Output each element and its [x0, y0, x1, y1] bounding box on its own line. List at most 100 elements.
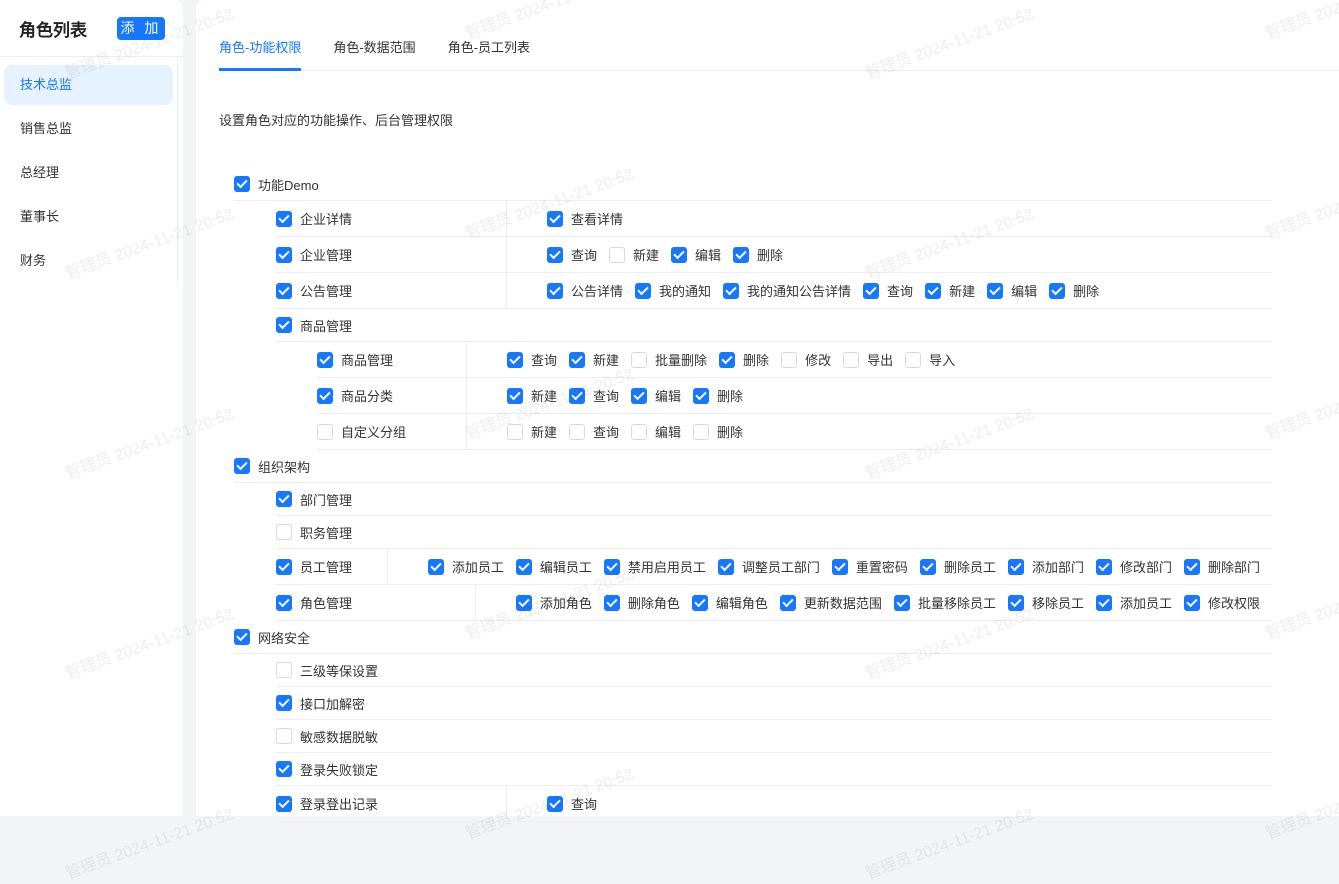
operation-checkbox[interactable]: 新建 [507, 386, 557, 405]
permission-checkbox[interactable]: 商品管理 [317, 350, 393, 369]
sidebar-item-role[interactable]: 财务 [4, 241, 173, 281]
checkbox[interactable] [603, 594, 620, 611]
checkbox[interactable] [719, 351, 736, 368]
operation-checkbox[interactable]: 查询 [547, 245, 597, 264]
operation-checkbox[interactable]: 查询 [863, 281, 913, 300]
operation-checkbox[interactable]: 添加员工 [1095, 593, 1172, 612]
checkbox[interactable] [779, 594, 796, 611]
checkbox[interactable] [631, 423, 648, 440]
checkbox[interactable] [693, 387, 710, 404]
sidebar-item-role[interactable]: 总经理 [4, 153, 173, 193]
permission-checkbox[interactable]: 商品管理 [276, 316, 352, 335]
operation-checkbox[interactable]: 删除 [733, 245, 783, 264]
checkbox[interactable] [276, 761, 292, 777]
checkbox[interactable] [547, 246, 563, 263]
checkbox[interactable] [507, 351, 523, 368]
permission-checkbox[interactable]: 企业详情 [276, 209, 352, 228]
checkbox[interactable] [276, 282, 292, 299]
sidebar-item-role[interactable]: 销售总监 [4, 109, 173, 149]
checkbox[interactable] [427, 558, 444, 575]
tab-2[interactable]: 角色-员工列表 [448, 30, 530, 71]
operation-checkbox[interactable]: 新建 [925, 281, 975, 300]
checkbox[interactable] [276, 558, 292, 575]
checkbox[interactable] [671, 246, 688, 263]
operation-checkbox[interactable]: 我的通知公告详情 [723, 281, 851, 300]
permission-checkbox[interactable]: 组织架构 [234, 457, 310, 476]
permission-checkbox[interactable]: 敏感数据脱敏 [276, 727, 378, 746]
operation-checkbox[interactable]: 删除 [1049, 281, 1099, 300]
operation-checkbox[interactable]: 批量删除 [631, 350, 707, 369]
operation-checkbox[interactable]: 新建 [609, 245, 659, 264]
operation-checkbox[interactable]: 查询 [569, 386, 619, 405]
operation-checkbox[interactable]: 公告详情 [547, 281, 623, 300]
add-role-button[interactable]: 添 加 [117, 16, 165, 40]
checkbox[interactable] [317, 351, 333, 368]
operation-checkbox[interactable]: 修改部门 [1095, 557, 1172, 576]
checkbox[interactable] [547, 795, 563, 812]
checkbox[interactable] [781, 351, 798, 368]
checkbox[interactable] [1183, 558, 1200, 575]
permission-checkbox[interactable]: 网络安全 [234, 628, 310, 647]
checkbox[interactable] [691, 594, 708, 611]
permission-checkbox[interactable]: 角色管理 [276, 593, 352, 612]
operation-checkbox[interactable]: 删除 [693, 386, 743, 405]
checkbox[interactable] [631, 387, 648, 404]
checkbox[interactable] [733, 246, 750, 263]
checkbox[interactable] [276, 491, 292, 507]
operation-checkbox[interactable]: 调整员工部门 [717, 557, 820, 576]
checkbox[interactable] [317, 387, 333, 404]
checkbox[interactable] [831, 558, 848, 575]
operation-checkbox[interactable]: 查询 [547, 794, 597, 813]
checkbox[interactable] [276, 795, 292, 812]
checkbox[interactable] [276, 662, 292, 678]
permission-checkbox[interactable]: 职务管理 [276, 523, 352, 542]
checkbox[interactable] [276, 524, 292, 540]
checkbox[interactable] [717, 558, 734, 575]
checkbox[interactable] [843, 351, 860, 368]
operation-checkbox[interactable]: 编辑 [631, 386, 681, 405]
operation-checkbox[interactable]: 更新数据范围 [779, 593, 882, 612]
checkbox[interactable] [317, 423, 333, 440]
checkbox[interactable] [1095, 594, 1112, 611]
checkbox[interactable] [893, 594, 910, 611]
operation-checkbox[interactable]: 导出 [843, 350, 893, 369]
operation-checkbox[interactable]: 删除 [693, 422, 743, 441]
operation-checkbox[interactable]: 添加角色 [515, 593, 592, 612]
checkbox[interactable] [1007, 594, 1024, 611]
checkbox[interactable] [276, 728, 292, 744]
operation-checkbox[interactable]: 查看详情 [547, 209, 623, 228]
checkbox[interactable] [1183, 594, 1200, 611]
checkbox[interactable] [693, 423, 710, 440]
operation-checkbox[interactable]: 导入 [905, 350, 955, 369]
tab-1[interactable]: 角色-数据范围 [333, 30, 415, 71]
permission-checkbox[interactable]: 企业管理 [276, 245, 352, 264]
checkbox[interactable] [723, 282, 740, 299]
checkbox[interactable] [547, 210, 563, 227]
checkbox[interactable] [569, 423, 586, 440]
operation-checkbox[interactable]: 编辑员工 [515, 557, 592, 576]
checkbox[interactable] [1007, 558, 1024, 575]
operation-checkbox[interactable]: 添加员工 [427, 557, 504, 576]
checkbox[interactable] [987, 282, 1004, 299]
operation-checkbox[interactable]: 查询 [569, 422, 619, 441]
checkbox[interactable] [276, 210, 292, 227]
permission-checkbox[interactable]: 公告管理 [276, 281, 352, 300]
checkbox[interactable] [276, 246, 292, 263]
operation-checkbox[interactable]: 删除角色 [603, 593, 680, 612]
permission-checkbox[interactable]: 功能Demo [234, 175, 319, 194]
operation-checkbox[interactable]: 批量移除员工 [893, 593, 996, 612]
checkbox[interactable] [547, 282, 563, 299]
checkbox[interactable] [919, 558, 936, 575]
tab-0[interactable]: 角色-功能权限 [219, 30, 302, 71]
sidebar-item-role[interactable]: 技术总监 [4, 65, 173, 105]
checkbox[interactable] [569, 387, 586, 404]
checkbox[interactable] [276, 594, 292, 611]
checkbox[interactable] [515, 594, 532, 611]
permission-checkbox[interactable]: 登录失败锁定 [276, 760, 378, 779]
checkbox[interactable] [507, 387, 523, 404]
checkbox[interactable] [631, 351, 648, 368]
checkbox[interactable] [276, 695, 292, 711]
checkbox[interactable] [925, 282, 942, 299]
operation-checkbox[interactable]: 编辑 [671, 245, 721, 264]
permission-checkbox[interactable]: 三级等保设置 [276, 661, 378, 680]
